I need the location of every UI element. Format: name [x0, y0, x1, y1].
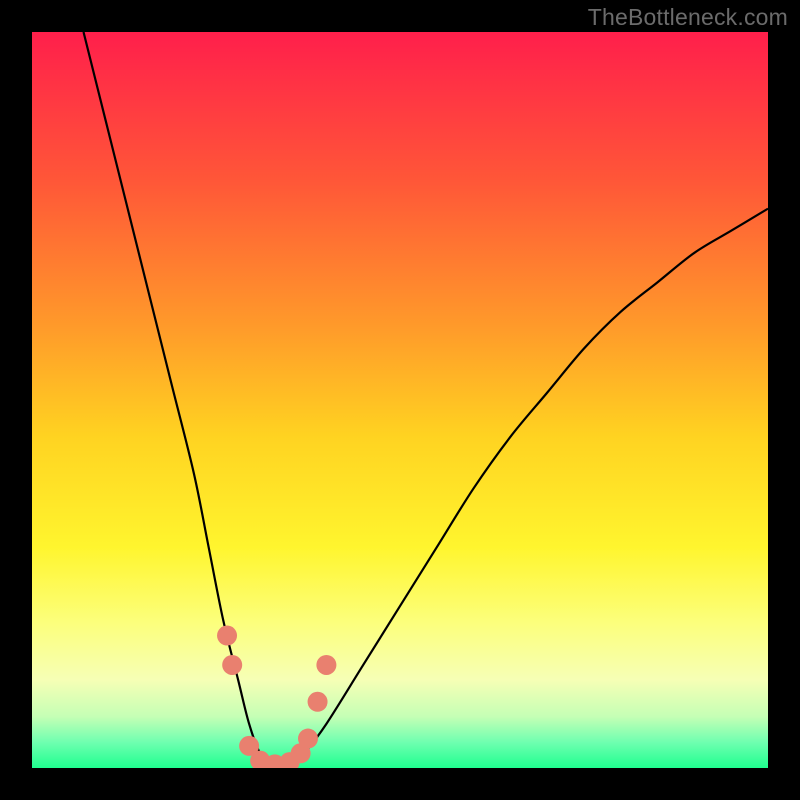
highlight-point — [222, 655, 242, 675]
chart-svg — [32, 32, 768, 768]
highlight-point — [316, 655, 336, 675]
highlight-point — [217, 626, 237, 646]
highlight-point — [308, 692, 328, 712]
highlight-point — [298, 729, 318, 749]
watermark-text: TheBottleneck.com — [588, 4, 788, 31]
chart-plot-area — [32, 32, 768, 768]
chart-background — [32, 32, 768, 768]
